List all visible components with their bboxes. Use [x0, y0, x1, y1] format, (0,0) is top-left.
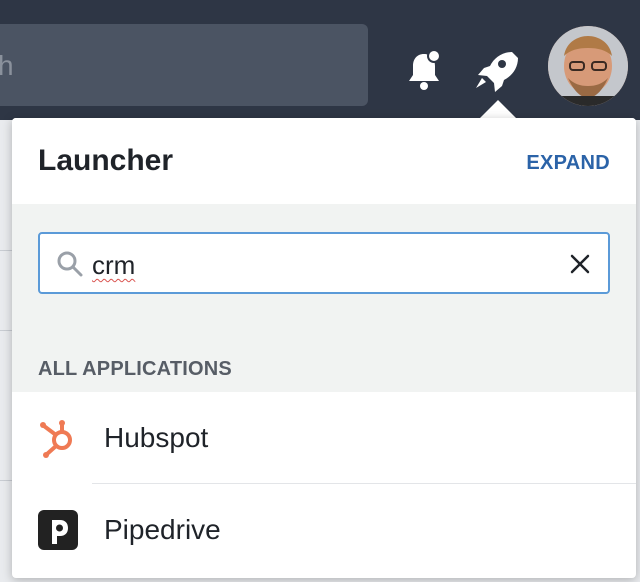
- launcher-search-area: crm ALL APPLICATIONS: [12, 204, 636, 392]
- list-item-hubspot[interactable]: Hubspot: [12, 392, 636, 484]
- user-avatar[interactable]: [548, 26, 628, 106]
- panel-caret: [480, 100, 516, 118]
- search-value: crm: [92, 250, 136, 280]
- list-item-pipedrive[interactable]: Pipedrive: [12, 484, 636, 576]
- expand-button[interactable]: EXPAND: [526, 152, 610, 175]
- app-label: Hubspot: [104, 422, 209, 453]
- hubspot-icon: [40, 420, 72, 458]
- application-list: Hubspot Pipedrive: [12, 392, 636, 576]
- avatar-photo: [548, 26, 628, 106]
- global-search-text: h: [0, 50, 14, 81]
- search-icon: [57, 251, 83, 277]
- rocket-icon[interactable]: [472, 48, 518, 92]
- top-bar: h: [0, 0, 640, 120]
- pipedrive-icon: [38, 510, 78, 550]
- bell-icon[interactable]: [404, 48, 444, 92]
- launcher-search-input[interactable]: crm: [38, 232, 610, 294]
- close-icon[interactable]: [568, 252, 592, 276]
- launcher-header: Launcher EXPAND: [12, 118, 636, 204]
- global-search-input[interactable]: h: [0, 24, 368, 106]
- app-label: Pipedrive: [104, 514, 221, 545]
- launcher-title: Launcher: [38, 144, 174, 177]
- launcher-panel: Launcher EXPAND crm ALL APPLICATIONS Hub…: [12, 118, 636, 578]
- section-label: ALL APPLICATIONS: [38, 358, 232, 380]
